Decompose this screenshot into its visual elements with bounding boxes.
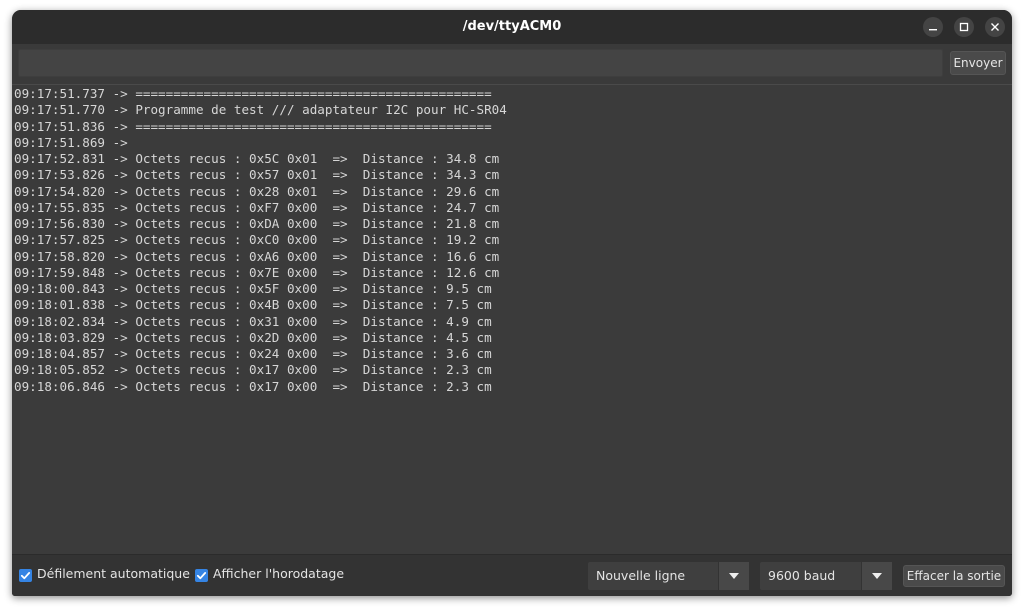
timestamp-label[interactable]: Afficher l'horodatage	[213, 566, 344, 581]
timestamp-checkbox[interactable]	[195, 569, 208, 582]
chevron-down-icon	[729, 573, 739, 579]
output-line: 09:17:55.835 -> Octets recus : 0xF7 0x00…	[14, 199, 500, 215]
checkmark-icon	[20, 572, 31, 580]
close-icon	[991, 23, 999, 31]
output-line: 09:17:53.826 -> Octets recus : 0x57 0x01…	[14, 167, 500, 183]
output-line: 09:17:57.825 -> Octets recus : 0xC0 0x00…	[14, 232, 500, 248]
output-line: 09:17:59.848 -> Octets recus : 0x7E 0x00…	[14, 264, 500, 280]
output-line: 09:17:54.820 -> Octets recus : 0x28 0x01…	[14, 183, 500, 199]
output-line: 09:18:04.857 -> Octets recus : 0x24 0x00…	[14, 346, 492, 361]
serial-output[interactable]: 09:17:51.737 -> ========================…	[12, 84, 1012, 554]
baud-rate-select[interactable]: 9600 baud	[760, 562, 892, 590]
output-line: 09:18:03.829 -> Octets recus : 0x2D 0x00…	[14, 329, 492, 345]
send-button[interactable]: Envoyer	[950, 51, 1006, 75]
maximize-button[interactable]	[954, 17, 974, 37]
output-line: 09:17:51.737 -> ========================…	[14, 86, 492, 101]
minimize-icon	[929, 29, 937, 31]
output-line: 09:18:00.843 -> Octets recus : 0x5F 0x00…	[14, 281, 492, 296]
output-line: 09:17:58.820 -> Octets recus : 0xA6 0x00…	[14, 248, 500, 264]
autoscroll-checkbox[interactable]	[19, 569, 32, 582]
bottom-toolbar: Défilement automatique Afficher l'horoda…	[12, 554, 1012, 596]
baud-rate-dropdown-button[interactable]	[861, 562, 892, 590]
output-line: 09:18:02.834 -> Octets recus : 0x31 0x00…	[14, 313, 492, 329]
clear-output-button[interactable]: Effacer la sortie	[903, 565, 1005, 587]
output-line: 09:18:05.852 -> Octets recus : 0x17 0x00…	[14, 362, 492, 378]
maximize-icon	[959, 22, 969, 32]
line-ending-select[interactable]: Nouvelle ligne	[588, 562, 749, 590]
output-line: 09:17:52.831 -> Octets recus : 0x5C 0x01…	[14, 151, 500, 166]
checkmark-icon	[196, 572, 207, 580]
output-line: 09:18:01.838 -> Octets recus : 0x4B 0x00…	[14, 297, 492, 313]
title-bar[interactable]: /dev/ttyACM0	[12, 10, 1012, 44]
window-title: /dev/ttyACM0	[462, 19, 562, 34]
minimize-button[interactable]	[923, 17, 943, 37]
chevron-down-icon	[872, 573, 882, 579]
send-input[interactable]	[18, 49, 943, 77]
serial-monitor-window: /dev/ttyACM0 Envoyer 09:17:51.737 -> ===…	[12, 10, 1012, 596]
send-bar: Envoyer	[12, 44, 1012, 84]
output-line: 09:18:06.846 -> Octets recus : 0x17 0x00…	[14, 378, 492, 394]
output-line: 09:17:56.830 -> Octets recus : 0xDA 0x00…	[14, 216, 500, 231]
line-ending-dropdown-button[interactable]	[718, 562, 749, 590]
line-ending-value: Nouvelle ligne	[596, 568, 686, 583]
autoscroll-label[interactable]: Défilement automatique	[37, 566, 190, 581]
output-line: 09:17:51.836 -> ========================…	[14, 118, 492, 134]
output-line: 09:17:51.869 ->	[14, 134, 128, 150]
output-line: 09:17:51.770 -> Programme de test /// ad…	[14, 102, 507, 118]
close-button[interactable]	[985, 17, 1005, 37]
baud-rate-value: 9600 baud	[768, 568, 836, 583]
